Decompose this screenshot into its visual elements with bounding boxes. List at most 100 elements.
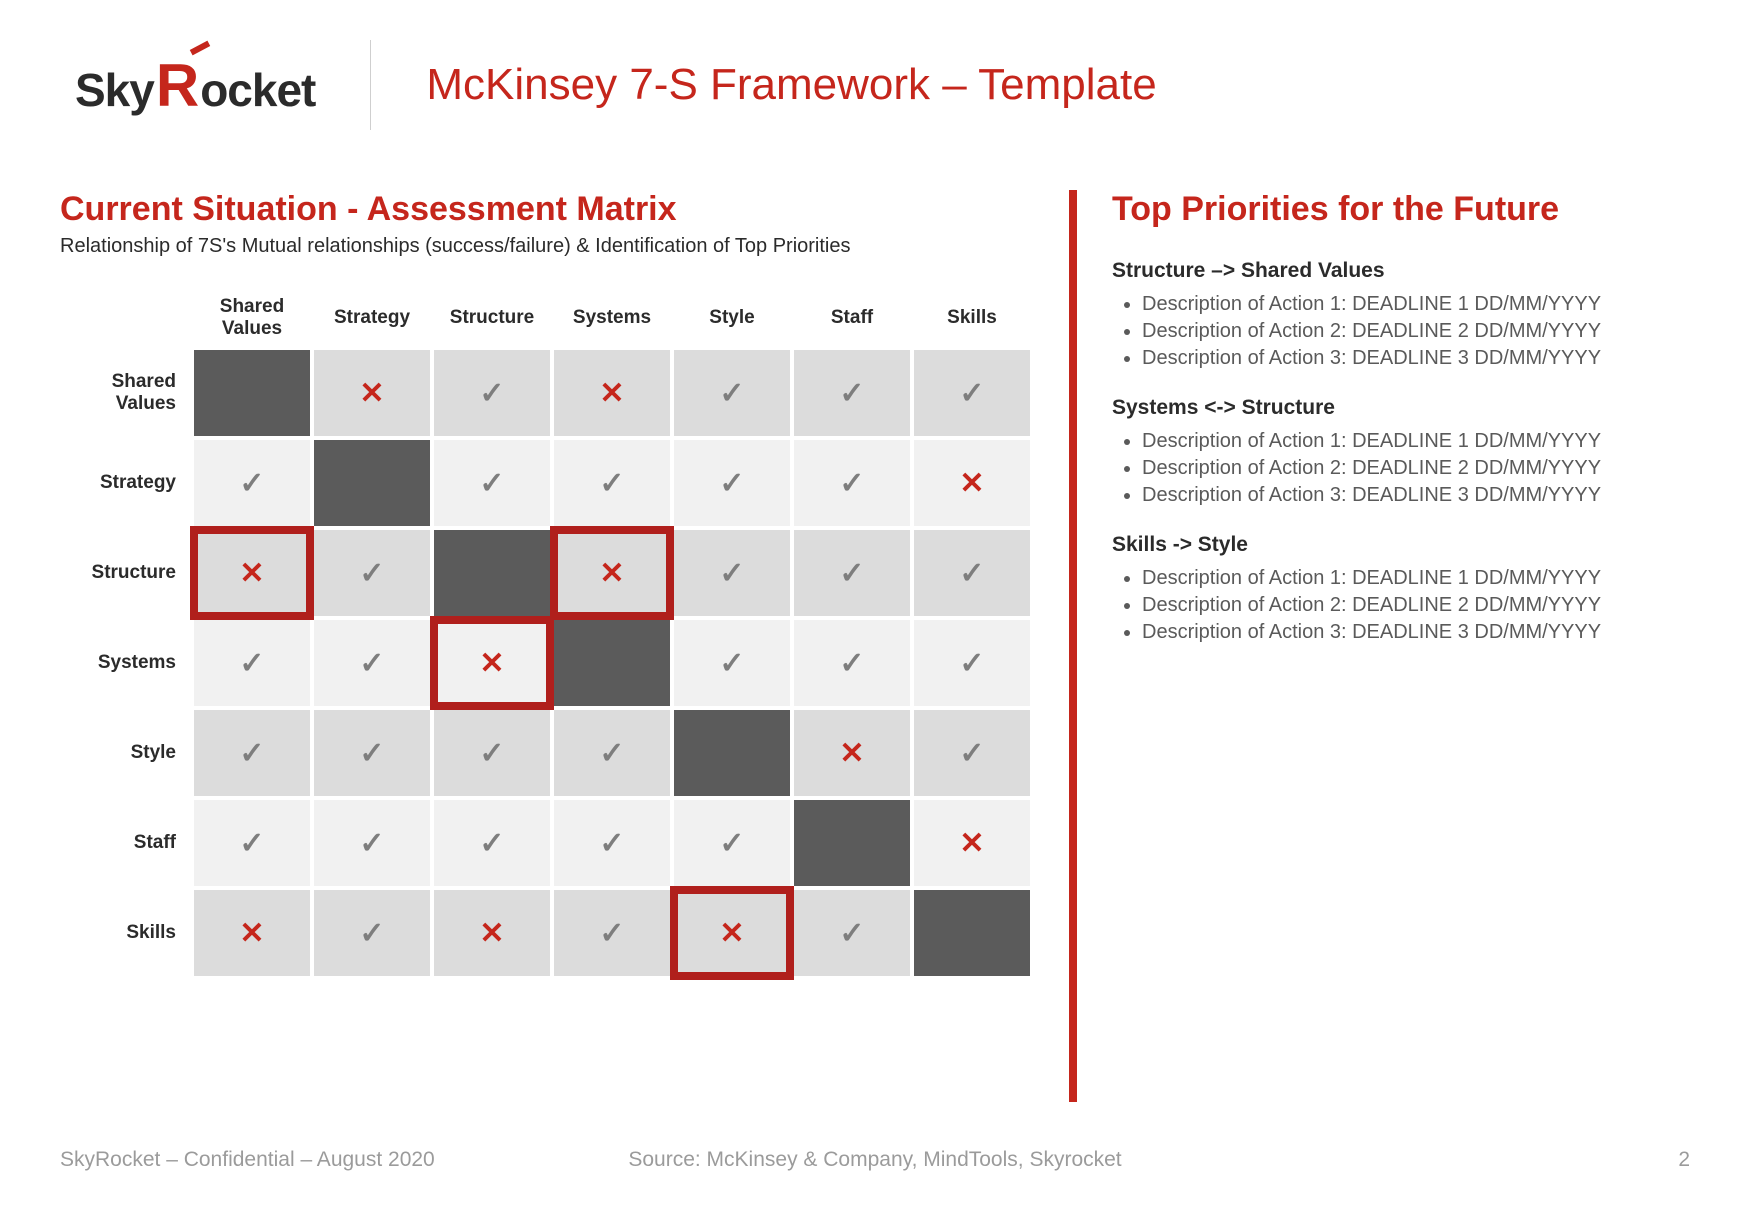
matrix-row-header: Skills <box>60 890 190 976</box>
priority-item: Description of Action 2: DEADLINE 2 DD/M… <box>1142 594 1690 617</box>
priority-heading: Skills -> Style <box>1112 533 1690 557</box>
matrix-cell: ✓ <box>434 800 550 886</box>
header: Sky R ocket McKinsey 7-S Framework – Tem… <box>75 40 1690 130</box>
matrix-row-header: Strategy <box>60 440 190 526</box>
logo-part3: ocket <box>200 63 315 117</box>
cross-icon: ✕ <box>959 467 984 500</box>
matrix-cell: ✓ <box>914 350 1030 436</box>
check-icon: ✓ <box>839 557 864 590</box>
check-icon: ✓ <box>719 377 744 410</box>
matrix-cell <box>434 530 550 616</box>
footer-center: Source: McKinsey & Company, MindTools, S… <box>60 1148 1690 1172</box>
matrix-cell: ✕ <box>914 440 1030 526</box>
vertical-separator <box>1069 190 1077 1102</box>
priority-items: Description of Action 1: DEADLINE 1 DD/M… <box>1112 430 1690 507</box>
matrix-cell: ✕ <box>554 350 670 436</box>
matrix-cell: ✕ <box>314 350 430 436</box>
matrix-cell <box>674 710 790 796</box>
matrix-cell <box>554 620 670 706</box>
check-icon: ✓ <box>959 737 984 770</box>
section-title-right: Top Priorities for the Future <box>1112 190 1690 229</box>
matrix-col-header: Style <box>674 290 790 346</box>
cross-icon: ✕ <box>599 557 624 590</box>
check-icon: ✓ <box>479 737 504 770</box>
check-icon: ✓ <box>839 917 864 950</box>
check-icon: ✓ <box>959 377 984 410</box>
matrix-col-header: Staff <box>794 290 910 346</box>
matrix-cell: ✕ <box>794 710 910 796</box>
check-icon: ✓ <box>599 827 624 860</box>
matrix-cell: ✓ <box>794 890 910 976</box>
matrix-cell: ✓ <box>314 710 430 796</box>
matrix-cell: ✓ <box>674 620 790 706</box>
matrix-cell: ✓ <box>914 710 1030 796</box>
matrix-cell: ✓ <box>914 620 1030 706</box>
matrix-cell: ✓ <box>794 440 910 526</box>
cross-icon: ✕ <box>959 827 984 860</box>
check-icon: ✓ <box>959 647 984 680</box>
matrix-cell: ✓ <box>674 440 790 526</box>
matrix-cell <box>794 800 910 886</box>
footer: SkyRocket – Confidential – August 2020 S… <box>60 1148 1690 1172</box>
matrix-cell: ✓ <box>674 350 790 436</box>
left-panel: Current Situation - Assessment Matrix Re… <box>60 190 1034 1102</box>
cross-icon: ✕ <box>479 917 504 950</box>
matrix-cell: ✓ <box>434 350 550 436</box>
cross-icon: ✕ <box>359 377 384 410</box>
cross-icon: ✕ <box>719 917 744 950</box>
cross-icon: ✕ <box>239 917 264 950</box>
cross-icon: ✕ <box>239 557 264 590</box>
matrix-cell: ✕ <box>194 890 310 976</box>
matrix-cell: ✓ <box>554 800 670 886</box>
check-icon: ✓ <box>719 827 744 860</box>
matrix-cell: ✓ <box>914 530 1030 616</box>
matrix-cell: ✓ <box>194 620 310 706</box>
matrix-col-header: Skills <box>914 290 1030 346</box>
matrix-cell: ✓ <box>554 890 670 976</box>
priority-items: Description of Action 1: DEADLINE 1 DD/M… <box>1112 567 1690 644</box>
cross-icon: ✕ <box>839 737 864 770</box>
priority-item: Description of Action 1: DEADLINE 1 DD/M… <box>1142 293 1690 316</box>
check-icon: ✓ <box>359 647 384 680</box>
check-icon: ✓ <box>839 467 864 500</box>
priority-item: Description of Action 3: DEADLINE 3 DD/M… <box>1142 484 1690 507</box>
matrix-cell: ✓ <box>194 440 310 526</box>
assessment-matrix: SharedValuesStrategyStructureSystemsStyl… <box>56 286 1034 980</box>
matrix-cell: ✕ <box>914 800 1030 886</box>
matrix-cell: ✓ <box>314 530 430 616</box>
check-icon: ✓ <box>479 377 504 410</box>
cross-icon: ✕ <box>479 647 504 680</box>
matrix-cell: ✓ <box>794 350 910 436</box>
matrix-row-header: Systems <box>60 620 190 706</box>
matrix-cell: ✓ <box>434 440 550 526</box>
matrix-cell: ✓ <box>674 800 790 886</box>
matrix-cell: ✓ <box>434 710 550 796</box>
check-icon: ✓ <box>359 917 384 950</box>
matrix-row-header: Staff <box>60 800 190 886</box>
priority-group: Structure –> Shared ValuesDescription of… <box>1112 259 1690 370</box>
matrix-cell <box>194 350 310 436</box>
priority-heading: Systems <-> Structure <box>1112 396 1690 420</box>
matrix-cell: ✓ <box>194 710 310 796</box>
matrix-cell: ✓ <box>794 620 910 706</box>
priority-items: Description of Action 1: DEADLINE 1 DD/M… <box>1112 293 1690 370</box>
slide: Sky R ocket McKinsey 7-S Framework – Tem… <box>0 0 1750 1212</box>
check-icon: ✓ <box>719 647 744 680</box>
matrix-row-header: Structure <box>60 530 190 616</box>
matrix-col-header: Strategy <box>314 290 430 346</box>
check-icon: ✓ <box>719 557 744 590</box>
check-icon: ✓ <box>479 827 504 860</box>
matrix-cell: ✓ <box>674 530 790 616</box>
check-icon: ✓ <box>239 737 264 770</box>
priority-item: Description of Action 3: DEADLINE 3 DD/M… <box>1142 347 1690 370</box>
matrix-cell: ✓ <box>554 440 670 526</box>
matrix-cell: ✓ <box>554 710 670 796</box>
priority-item: Description of Action 2: DEADLINE 2 DD/M… <box>1142 457 1690 480</box>
priority-list: Structure –> Shared ValuesDescription of… <box>1112 259 1690 644</box>
check-icon: ✓ <box>359 737 384 770</box>
matrix-col-header: Structure <box>434 290 550 346</box>
priority-group: Skills -> Style Description of Action 1: … <box>1112 533 1690 644</box>
matrix-cell: ✕ <box>554 530 670 616</box>
priority-item: Description of Action 1: DEADLINE 1 DD/M… <box>1142 430 1690 453</box>
priority-item: Description of Action 3: DEADLINE 3 DD/M… <box>1142 621 1690 644</box>
